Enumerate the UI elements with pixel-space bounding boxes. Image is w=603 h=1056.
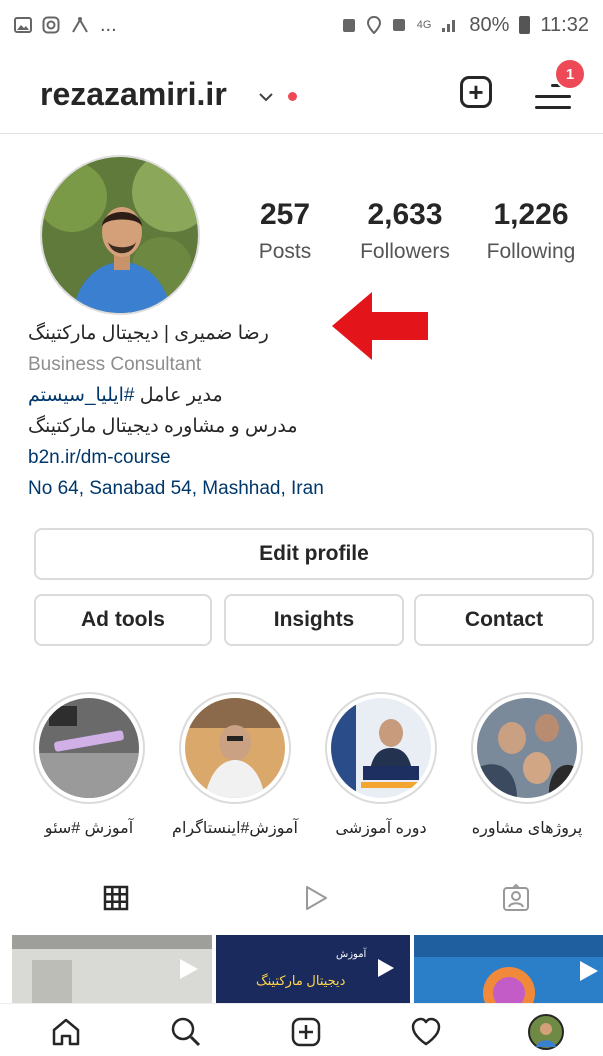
profile-header: rezazamiri.ir + 1	[0, 58, 603, 138]
highlight-label: پروژهای مشاوره	[471, 820, 583, 837]
status-bar: ... 4G 80% 11:32	[0, 0, 603, 50]
post-thumbnail[interactable]	[12, 935, 212, 1003]
post-thumbnail[interactable]	[414, 935, 603, 1003]
grid-icon	[103, 885, 129, 911]
profile-tabs	[0, 878, 603, 936]
bio-line-1-text: مدیر عامل	[134, 385, 223, 406]
highlight-item[interactable]: آموزش #سئو	[33, 692, 145, 838]
bio-line-2: مدرس و مشاوره دیجیتال مارکتینگ	[28, 416, 298, 437]
highlight-item[interactable]: آموزش#اینستاگرام	[172, 692, 298, 838]
instagram-icon	[42, 16, 60, 34]
highlight-label: آموزش #سئو	[44, 820, 134, 837]
location-icon	[366, 16, 381, 34]
stat-value: 2,633	[367, 198, 443, 231]
stat-label: Posts	[258, 240, 312, 263]
bio-line-1: مدیر عامل #ایلیا_سیستم	[28, 380, 324, 411]
activity-icon	[411, 1017, 441, 1046]
post-title: آموزش	[336, 949, 367, 960]
ad-tools-button[interactable]: Ad tools	[34, 594, 212, 646]
nav-profile[interactable]	[526, 1012, 566, 1052]
profile-avatar[interactable]	[40, 155, 200, 315]
search-icon	[171, 1017, 201, 1047]
stat-followers[interactable]: 2,633 Followers	[350, 198, 460, 264]
highlight-ring	[325, 692, 437, 804]
nav-home[interactable]	[46, 1012, 86, 1052]
stat-value: 257	[259, 198, 311, 231]
highlight-ring	[33, 692, 145, 804]
highlight-label: آموزش#اینستاگرام	[172, 820, 298, 837]
nav-activity[interactable]	[406, 1012, 446, 1052]
stat-label: Followers	[360, 240, 450, 263]
profile-name: رضا ضمیری | دیجیتال مارکتینگ	[28, 323, 269, 344]
bio-link[interactable]: b2n.ir/dm-course	[28, 442, 324, 473]
chevron-down-icon[interactable]	[258, 86, 274, 107]
notification-badge: 1	[554, 58, 586, 90]
play-icon	[378, 959, 394, 977]
post-subtitle: دیجیتال مارکتینگ	[256, 973, 346, 988]
tab-grid[interactable]	[96, 878, 136, 918]
red-arrow-annotation	[332, 292, 428, 360]
plus-icon: +	[468, 77, 484, 107]
highlight-ring	[179, 692, 291, 804]
battery-percent: 80%	[469, 13, 510, 36]
highlight-cover	[331, 698, 431, 798]
bio-address[interactable]: No 64, Sanabad 54, Mashhad, Iran	[28, 473, 324, 504]
tab-reels[interactable]	[296, 878, 336, 918]
signal-icon	[442, 20, 456, 32]
reels-icon	[306, 886, 327, 910]
highlight-ring	[471, 692, 583, 804]
header-divider	[0, 133, 603, 134]
home-icon	[52, 1018, 80, 1046]
profile-category: Business Consultant	[28, 354, 202, 375]
nav-create[interactable]	[286, 1012, 326, 1052]
insights-button[interactable]: Insights	[224, 594, 404, 646]
status-time: 11:32	[540, 13, 589, 36]
profile-avatar	[528, 1014, 564, 1050]
alarm-icon	[342, 19, 355, 32]
bio-hashtag[interactable]: #ایلیا_سیستم	[28, 385, 135, 406]
tagged-icon	[503, 884, 529, 911]
posts-grid: آموزش دیجیتال مارکتینگ	[12, 935, 603, 1003]
highlight-cover	[185, 698, 285, 798]
tab-tagged[interactable]	[496, 878, 536, 918]
create-post-button[interactable]: +	[460, 76, 492, 108]
contact-button[interactable]: Contact	[414, 594, 594, 646]
highlight-item[interactable]: دوره آموزشی	[325, 692, 437, 838]
status-ellipsis: ...	[100, 13, 117, 36]
network-label: 4G	[416, 19, 432, 31]
stat-following[interactable]: 1,226 Following	[476, 198, 586, 264]
stat-posts[interactable]: 257 Posts	[245, 198, 325, 264]
username-switcher[interactable]: rezazamiri.ir	[40, 76, 227, 113]
highlight-label: دوره آموزشی	[335, 820, 427, 837]
stat-label: Following	[486, 240, 576, 263]
battery-icon	[519, 16, 531, 34]
image-icon	[14, 17, 32, 33]
status-right: 4G 80% 11:32	[341, 14, 589, 37]
menu-line	[535, 95, 571, 98]
status-left: ...	[14, 14, 117, 37]
bottom-nav	[0, 1003, 603, 1056]
create-icon	[291, 1017, 321, 1047]
edit-profile-button[interactable]: Edit profile	[34, 528, 594, 580]
unread-dot	[288, 92, 297, 101]
stat-value: 1,226	[493, 198, 569, 231]
app-icon	[72, 17, 88, 33]
profile-bio: رضا ضمیری | دیجیتال مارکتینگ Business Co…	[28, 318, 324, 504]
mute-icon	[392, 19, 405, 31]
menu-line	[535, 106, 571, 109]
highlight-item[interactable]: پروژهای مشاوره	[471, 692, 583, 838]
highlight-cover	[39, 698, 139, 798]
highlight-cover	[477, 698, 577, 798]
nav-search[interactable]	[166, 1012, 206, 1052]
post-thumbnail[interactable]: آموزش دیجیتال مارکتینگ	[216, 935, 410, 1003]
